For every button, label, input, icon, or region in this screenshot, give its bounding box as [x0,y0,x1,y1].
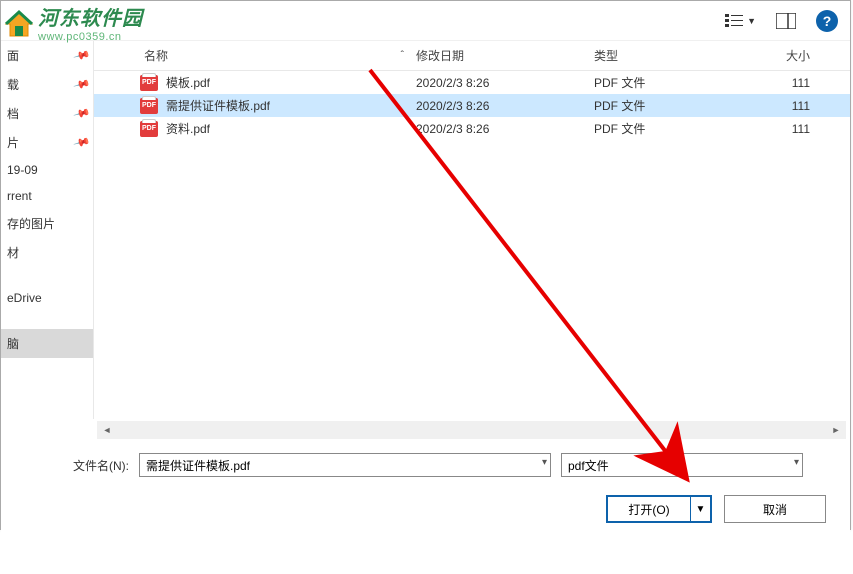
sidebar-item-label: 材 [7,244,19,261]
sidebar-item[interactable]: 面📌 [1,41,93,70]
filename-label: 文件名(N): [73,457,129,474]
view-mode-button[interactable]: ▼ [725,13,756,29]
sidebar-item[interactable]: 材 [1,238,93,267]
sidebar-item-computer[interactable]: 脑 [1,329,93,358]
chevron-down-icon[interactable]: ▾ [542,457,547,468]
column-size-header[interactable]: 大小 [756,47,816,64]
chevron-down-icon[interactable]: ▾ [794,457,799,468]
main-area: 面📌 载📌 档📌 片📌 19-09 rrent 存的图片 材 eDrive 脑 … [1,41,850,419]
watermark-title: 河东软件园 [38,2,143,31]
sidebar-item-label: 面 [7,47,19,64]
sidebar-item[interactable]: 档📌 [1,99,93,128]
file-type: PDF 文件 [594,97,756,114]
watermark-url: www.pc0359.cn [38,31,143,43]
sidebar-item-label: 19-09 [7,163,38,177]
sidebar-item-label: rrent [7,189,32,203]
file-size: 111 [756,99,816,113]
file-name: 需提供证件模板.pdf [166,97,416,114]
sidebar-item-label: 载 [7,76,19,93]
column-headers: 名称ˆ 修改日期 类型 大小 [94,41,850,71]
pin-icon: 📌 [73,133,91,151]
file-list-area: 名称ˆ 修改日期 类型 大小 PDF 模板.pdf 2020/2/3 8:26 … [94,41,850,419]
file-date: 2020/2/3 8:26 [416,76,594,90]
open-button[interactable]: 打开(O) [608,497,690,521]
scroll-left-icon[interactable]: ◄ [99,423,115,437]
column-type-header[interactable]: 类型 [594,47,756,64]
preview-pane-button[interactable] [774,9,798,33]
scroll-track[interactable] [115,423,828,437]
filename-input[interactable] [139,453,551,477]
file-name: 资料.pdf [166,120,416,137]
file-type: PDF 文件 [594,120,756,137]
sidebar-item[interactable]: 载📌 [1,70,93,99]
sidebar-spacer [1,267,93,285]
pdf-icon: PDF [140,121,158,137]
file-type: PDF 文件 [594,74,756,91]
pin-icon: 📌 [73,104,91,122]
button-row: 打开(O) ▼ 取消 [73,495,826,523]
file-name: 模板.pdf [166,74,416,91]
filename-combo: ▾ [139,453,551,477]
sort-ascending-icon: ˆ [401,50,404,61]
file-list: PDF 模板.pdf 2020/2/3 8:26 PDF 文件 111 PDF … [94,71,850,419]
scroll-right-icon[interactable]: ► [828,423,844,437]
sidebar-item[interactable] [1,376,93,388]
pin-icon: 📌 [73,46,91,64]
sidebar-item-label: 脑 [7,335,19,352]
pin-icon: 📌 [73,75,91,93]
column-name-header[interactable]: 名称ˆ [94,47,416,64]
pane-icon [776,13,796,29]
sidebar-item-label: 片 [7,134,19,151]
file-date: 2020/2/3 8:26 [416,99,594,113]
file-size: 111 [756,122,816,136]
sidebar-spacer [1,358,93,376]
bottom-panel: 文件名(N): ▾ ▾ 打开(O) ▼ 取消 [1,441,850,537]
file-row[interactable]: PDF 模板.pdf 2020/2/3 8:26 PDF 文件 111 [94,71,850,94]
help-button[interactable]: ? [816,10,838,32]
open-button-group: 打开(O) ▼ [606,495,712,523]
filename-row: 文件名(N): ▾ ▾ [73,453,826,477]
sidebar-item[interactable]: 片📌 [1,128,93,157]
sidebar-item[interactable]: 存的图片 [1,209,93,238]
details-view-icon [725,13,745,29]
sidebar-item[interactable]: eDrive [1,285,93,311]
file-row[interactable]: PDF 资料.pdf 2020/2/3 8:26 PDF 文件 111 [94,117,850,140]
chevron-down-icon: ▼ [747,16,756,26]
file-open-dialog: ▼ ? 面📌 载📌 档📌 片📌 19-09 rrent 存的图片 材 eDriv… [0,0,851,530]
pdf-icon: PDF [140,98,158,114]
sidebar-item-label: 存的图片 [7,215,55,232]
file-date: 2020/2/3 8:26 [416,122,594,136]
watermark: 河东软件园 www.pc0359.cn [2,2,143,43]
sidebar-item-label: eDrive [7,291,42,305]
watermark-logo-icon [2,6,36,40]
cancel-button[interactable]: 取消 [724,495,826,523]
sidebar-item[interactable]: 19-09 [1,157,93,183]
horizontal-scrollbar[interactable]: ◄ ► [97,421,846,439]
open-dropdown-button[interactable]: ▼ [690,497,710,521]
file-row[interactable]: PDF 需提供证件模板.pdf 2020/2/3 8:26 PDF 文件 111 [94,94,850,117]
sidebar-item-label: 档 [7,105,19,122]
sidebar-item[interactable]: rrent [1,183,93,209]
column-date-header[interactable]: 修改日期 [416,47,594,64]
filetype-select[interactable] [561,453,803,477]
sidebar-spacer [1,311,93,329]
sidebar: 面📌 载📌 档📌 片📌 19-09 rrent 存的图片 材 eDrive 脑 [1,41,94,419]
pdf-icon: PDF [140,75,158,91]
file-size: 111 [756,76,816,90]
